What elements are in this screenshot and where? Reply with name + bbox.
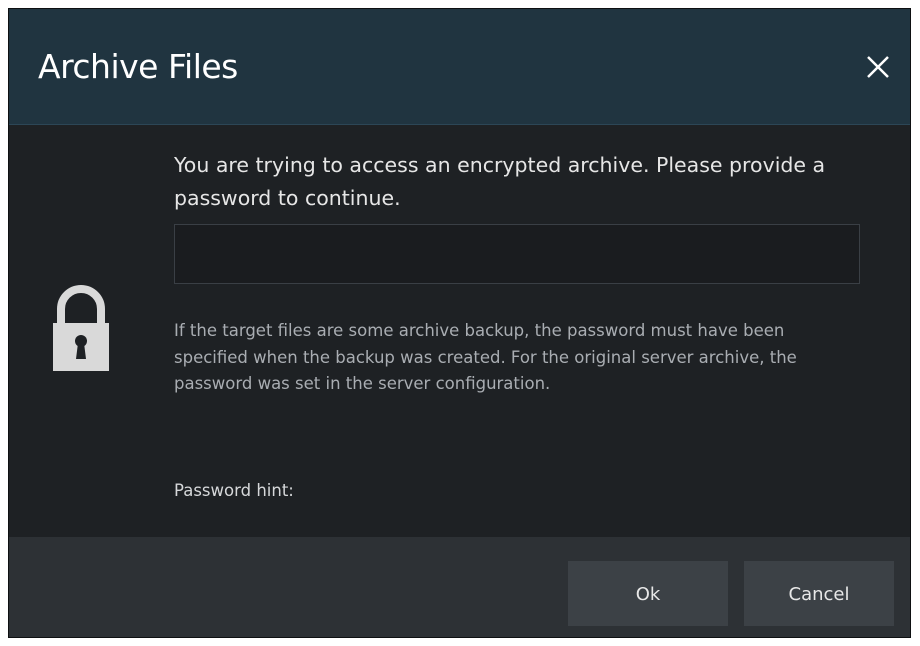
password-hint-label: Password hint: — [174, 481, 294, 500]
password-input[interactable] — [174, 224, 860, 284]
padlock-icon — [51, 283, 111, 373]
dialog-body: You are trying to access an encrypted ar… — [9, 125, 910, 537]
archive-files-dialog: Archive Files You are trying to access a… — [8, 8, 911, 638]
password-info-text: If the target files are some archive bac… — [174, 321, 797, 393]
password-prompt: You are trying to access an encrypted ar… — [174, 153, 826, 210]
dialog-title: Archive Files — [38, 47, 238, 86]
close-icon[interactable] — [858, 47, 898, 87]
ok-button[interactable]: Ok — [568, 561, 728, 626]
dialog-footer: Ok Cancel — [9, 537, 910, 637]
dialog-titlebar: Archive Files — [9, 9, 910, 125]
cancel-button[interactable]: Cancel — [744, 561, 894, 626]
